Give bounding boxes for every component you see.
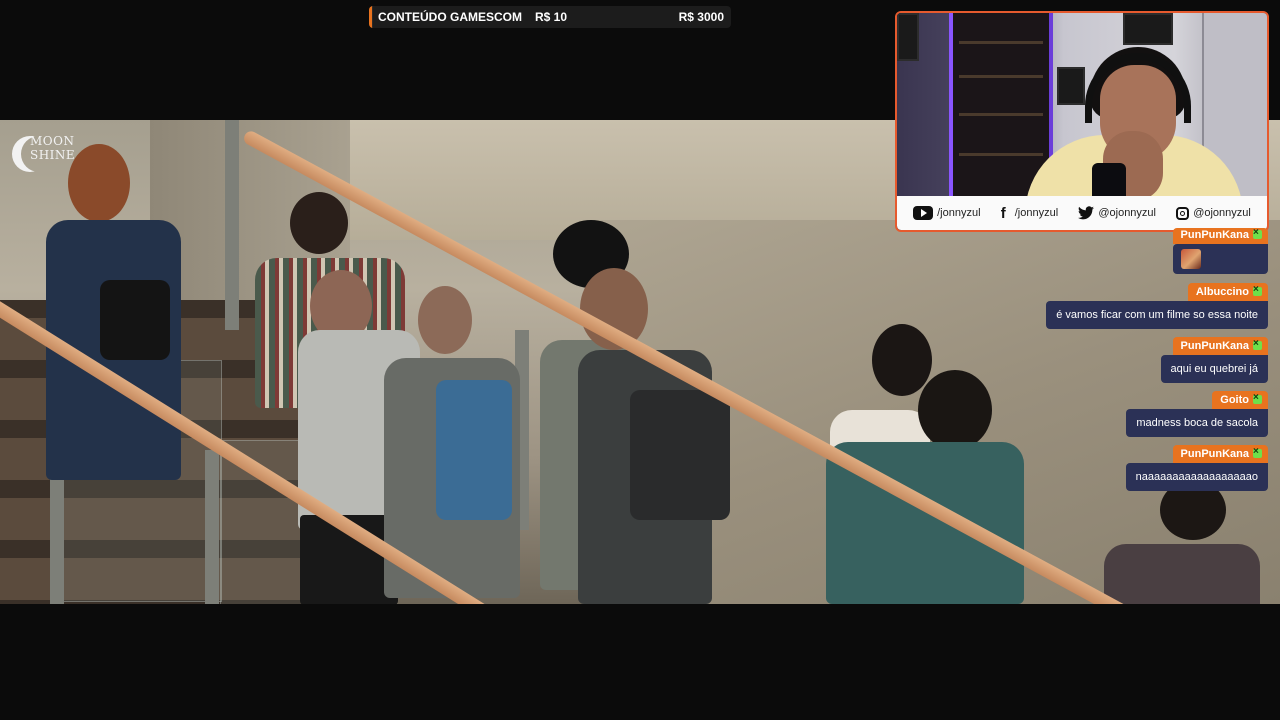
social-instagram[interactable]: @ojonnyzul xyxy=(1176,206,1251,220)
channel-logo: MOON SHINE xyxy=(12,128,76,178)
chat-text: madness boca de sacola xyxy=(1126,409,1268,437)
verified-badge-icon xyxy=(1253,338,1262,350)
chat-message: Albuccino é vamos ficar com um filme so … xyxy=(1046,282,1268,329)
wall-frame xyxy=(1123,13,1173,45)
wall-frame xyxy=(897,13,919,61)
social-twitter[interactable]: @ojonnyzul xyxy=(1078,206,1156,220)
facebook-icon: f xyxy=(1000,204,1006,222)
verified-badge-icon xyxy=(1253,227,1262,239)
chat-message: PunPunKana aqui eu quebrei já xyxy=(1160,336,1268,383)
social-youtube[interactable]: /jonnyzul xyxy=(913,206,981,220)
chat-text: naaaaaaaaaaaaaaaaaao xyxy=(1125,463,1268,491)
youtube-handle: /jonnyzul xyxy=(937,207,981,219)
verified-badge-icon xyxy=(1253,392,1262,404)
goal-target-amount: R$ 3000 xyxy=(678,10,724,24)
youtube-icon xyxy=(913,206,934,220)
chat-username: PunPunKana xyxy=(1180,448,1249,460)
instagram-handle: @ojonnyzul xyxy=(1193,207,1251,219)
chat-username: PunPunKana xyxy=(1180,229,1249,241)
chat-message: PunPunKana xyxy=(1172,225,1268,274)
wall-frame xyxy=(1057,67,1085,105)
rail-post xyxy=(205,450,219,604)
rail-post xyxy=(225,120,239,330)
logo-line-1: MOON xyxy=(30,134,75,148)
twitter-icon xyxy=(1078,206,1095,220)
chat-username: PunPunKana xyxy=(1180,340,1249,352)
chat-username: Goito xyxy=(1220,394,1249,406)
verified-badge-icon xyxy=(1253,284,1262,296)
chat-message: PunPunKana naaaaaaaaaaaaaaaaaao xyxy=(1125,444,1268,491)
chat-username: Albuccino xyxy=(1195,286,1249,298)
goal-progress-fill xyxy=(372,6,374,28)
verified-badge-icon xyxy=(1253,446,1262,458)
social-facebook[interactable]: f /jonnyzul xyxy=(1001,206,1058,221)
webcam-overlay: /jonnyzul f /jonnyzul @ojonnyzul @ojonny… xyxy=(895,11,1269,232)
logo-line-2: SHINE xyxy=(30,148,76,162)
chat-text: aqui eu quebrei já xyxy=(1160,355,1268,383)
goal-title: CONTEÚDO GAMESCOM xyxy=(378,10,522,24)
instagram-icon xyxy=(1176,206,1190,220)
donation-goal-bar: CONTEÚDO GAMESCOM R$ 10 R$ 3000 xyxy=(369,6,731,28)
face-emote xyxy=(1180,249,1201,269)
chat-text: é vamos ficar com um filme so essa noite xyxy=(1046,301,1268,329)
facebook-handle: /jonnyzul xyxy=(1014,207,1059,219)
chat-message: Goito madness boca de sacola xyxy=(1126,390,1268,437)
twitter-handle: @ojonnyzul xyxy=(1098,207,1156,219)
goal-current-amount: R$ 10 xyxy=(535,10,568,24)
